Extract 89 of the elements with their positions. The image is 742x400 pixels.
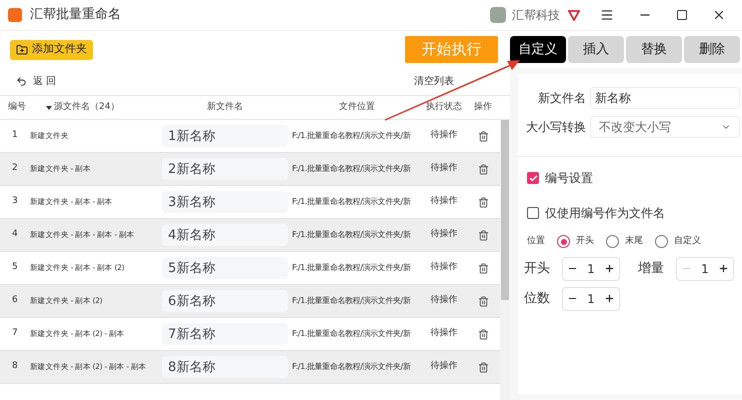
new-name-field[interactable]: 1新名称: [162, 125, 288, 147]
plus-icon[interactable]: [718, 263, 729, 274]
row-number: 5: [11, 261, 19, 274]
new-name-input[interactable]: 新名称: [590, 87, 740, 109]
column-header[interactable]: 执行状态: [426, 100, 462, 114]
radio-option[interactable]: 自定义: [655, 235, 701, 248]
checkbox-label: 仅使用编号作为文件名: [545, 205, 665, 222]
menu-icon[interactable]: [600, 8, 614, 22]
new-name-field[interactable]: 7新名称: [162, 323, 288, 345]
trash-icon[interactable]: [478, 196, 488, 208]
status-text: 待操作: [430, 294, 458, 308]
file-location: F:/1.批量重命名教程/演示文件夹/新: [292, 361, 412, 373]
stepper-label: 增量: [638, 260, 665, 278]
clear-list-link[interactable]: 清空列表: [414, 74, 454, 89]
row-number: 1: [11, 129, 19, 142]
row-number: 8: [11, 360, 19, 374]
new-name-field[interactable]: 6新名称: [162, 290, 288, 312]
checkbox[interactable]: [527, 207, 539, 219]
case-select[interactable]: 不改变大小写: [590, 116, 740, 138]
status-text: 待操作: [430, 327, 458, 340]
badge-icon: [568, 9, 580, 21]
status-text: 待操作: [430, 360, 458, 374]
user-name: 汇帮科技: [512, 7, 560, 24]
row-number: 3: [11, 195, 19, 208]
trash-icon[interactable]: [478, 296, 488, 306]
new-name-field[interactable]: 8新名称: [162, 356, 288, 378]
row-number: 6: [11, 294, 19, 308]
status-text: 待操作: [430, 162, 458, 176]
stepper-value: 1: [701, 260, 709, 278]
tab[interactable]: 删除: [684, 36, 740, 63]
radio-option[interactable]: 末尾: [606, 235, 643, 248]
position-label: 位置: [527, 235, 545, 248]
row-number: 7: [11, 327, 19, 340]
row-number: 2: [11, 162, 19, 176]
trash-icon[interactable]: [478, 328, 488, 340]
plus-icon[interactable]: [604, 263, 615, 274]
avatar: [490, 7, 506, 23]
back-button[interactable]: 返 回: [16, 74, 56, 89]
column-header[interactable]: 源文件名（24）: [54, 100, 120, 114]
file-location: F:/1.批量重命名教程/演示文件夹/新: [292, 262, 412, 274]
close-icon[interactable]: [712, 8, 726, 22]
trash-icon[interactable]: [478, 362, 488, 372]
new-name-field[interactable]: 5新名称: [162, 257, 288, 279]
checkbox-label: 编号设置: [545, 170, 593, 187]
undo-icon: [16, 76, 27, 87]
stepper-label: 位数: [524, 290, 551, 308]
file-location: F:/1.批量重命名教程/演示文件夹/新: [292, 130, 412, 142]
number-stepper[interactable]: 1: [676, 256, 734, 280]
number-stepper[interactable]: 1: [562, 256, 620, 280]
tab[interactable]: 插入: [568, 36, 624, 63]
status-text: 待操作: [430, 129, 458, 142]
tab[interactable]: 自定义: [510, 36, 566, 63]
field-label: 大小写转换: [525, 119, 586, 136]
row-number: 4: [11, 228, 19, 242]
plus-icon[interactable]: [604, 293, 615, 304]
column-header[interactable]: 新文件名: [207, 100, 243, 114]
file-location: F:/1.批量重命名教程/演示文件夹/新: [292, 295, 412, 307]
field-label: 新文件名: [537, 90, 586, 107]
add-folder-button[interactable]: 添加文件夹: [10, 40, 93, 60]
folder-plus-icon: [16, 44, 28, 56]
column-header[interactable]: 文件位置: [339, 100, 375, 114]
new-name-field[interactable]: 4新名称: [162, 224, 288, 246]
column-header[interactable]: 编号: [8, 100, 26, 114]
stepper-value: 1: [587, 260, 595, 278]
file-location: F:/1.批量重命名教程/演示文件夹/新: [292, 163, 412, 175]
stepper-label: 开头: [524, 260, 551, 278]
status-text: 待操作: [430, 261, 458, 274]
radio-option[interactable]: 开头: [557, 235, 594, 248]
new-name-field[interactable]: 3新名称: [162, 191, 288, 213]
tab[interactable]: 替换: [626, 36, 682, 63]
trash-icon[interactable]: [478, 164, 488, 174]
sort-caret-icon[interactable]: [46, 106, 52, 110]
column-header[interactable]: 操作: [474, 100, 492, 114]
maximize-icon[interactable]: [676, 9, 688, 21]
stepper-value: 1: [587, 290, 595, 308]
status-text: 待操作: [430, 228, 458, 242]
file-location: F:/1.批量重命名教程/演示文件夹/新: [292, 229, 412, 241]
trash-icon[interactable]: [478, 130, 488, 142]
trash-icon[interactable]: [478, 262, 488, 274]
app-logo-icon: [8, 8, 22, 22]
trash-icon[interactable]: [478, 230, 488, 240]
checkbox[interactable]: [527, 172, 539, 184]
scrollbar[interactable]: [500, 120, 510, 400]
status-text: 待操作: [430, 195, 458, 208]
new-name-field[interactable]: 2新名称: [162, 158, 288, 180]
number-stepper[interactable]: 1: [562, 286, 620, 310]
file-location: F:/1.批量重命名教程/演示文件夹/新: [292, 328, 412, 340]
file-location: F:/1.批量重命名教程/演示文件夹/新: [292, 196, 412, 208]
window-title: 汇帮批量重命名: [30, 6, 121, 24]
